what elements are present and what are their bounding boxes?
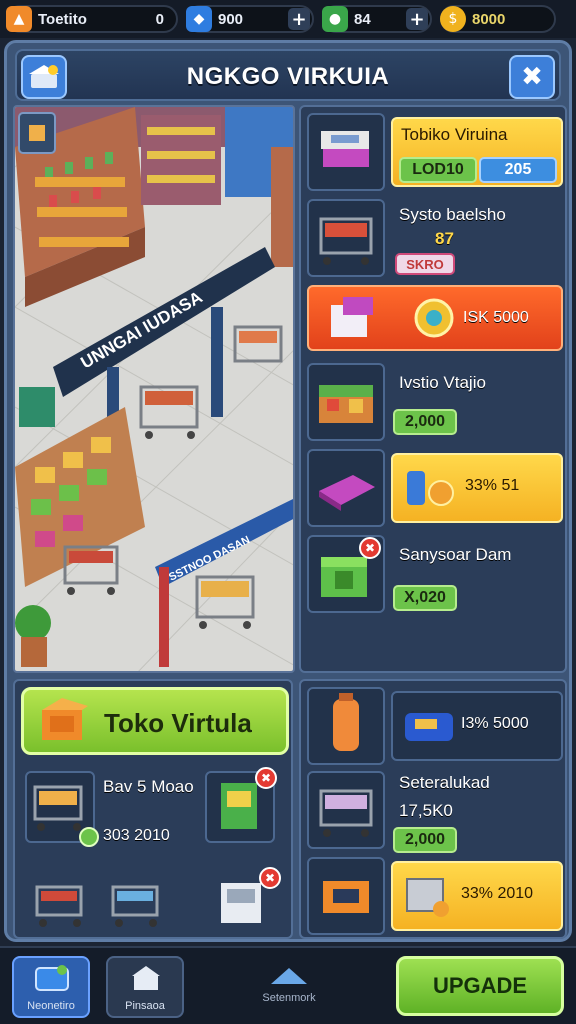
item-card: 33% 51 <box>391 453 563 523</box>
item-name: Seteralukad <box>399 773 490 792</box>
nav-label: Neonetiro <box>27 1000 75 1012</box>
coins-resource[interactable]: $ 8000 <box>440 5 556 33</box>
item-price: 33% 2010 <box>461 885 534 902</box>
coin-icon: $ <box>440 6 466 32</box>
item-price: 2,000 <box>393 827 457 853</box>
item-slot <box>307 687 385 765</box>
remove-icon[interactable]: ✖ <box>255 767 277 789</box>
item-price: X,020 <box>393 585 457 611</box>
item-price: 2,000 <box>393 409 457 435</box>
item-slot <box>307 113 385 191</box>
box-icon <box>331 297 373 337</box>
store-button[interactable]: Toko Virtula <box>21 687 289 755</box>
chat-icon <box>35 965 69 991</box>
check-icon <box>79 827 99 847</box>
item-price: ISK 5000 <box>463 309 529 326</box>
item-slot <box>307 771 385 849</box>
package-icon <box>319 475 375 511</box>
upgrade-button[interactable]: UPGADE <box>396 956 564 1016</box>
bottom-nav: Neonetiro Pinsaoa Setenmork UPGADE <box>0 946 576 1024</box>
item-list: Tobiko Viruina LOD10 205 Systo baelsho 8… <box>299 105 567 673</box>
nav-neonetiro[interactable]: Neonetiro <box>12 956 90 1018</box>
coin-icon <box>414 298 454 338</box>
energy-icon: ● <box>322 6 348 32</box>
crate-icon <box>42 698 88 740</box>
resource-bar: ▲ Toetito 0 ◆ 900 + ● 84 + $ 8000 <box>0 0 576 38</box>
cart-icon <box>319 789 373 837</box>
list-item[interactable]: Ivstio Vtajio 2,000 <box>307 363 563 443</box>
add-gems-button[interactable]: + <box>288 8 310 30</box>
cart-icon[interactable] <box>107 879 167 929</box>
gem-icon: ◆ <box>186 6 212 32</box>
nav-pinsaoa[interactable]: Pinsaoa <box>106 956 184 1018</box>
cart-icon[interactable] <box>31 879 91 929</box>
energy-resource[interactable]: ● 84 + <box>322 5 432 33</box>
store-panel: Toko Virtula Bav 5 Moao 303 2010 ✖ ✖ <box>13 679 293 939</box>
list-item[interactable]: Tobiko Viruina LOD10 205 <box>307 113 563 193</box>
nav-label: Pinsaoa <box>125 1000 165 1012</box>
item-price: LOD10 <box>399 157 477 183</box>
crate-icon <box>323 881 369 913</box>
item-name: Systo baelsho <box>399 205 506 224</box>
bottle-icon <box>407 471 454 506</box>
remove-icon[interactable]: ✖ <box>359 537 381 559</box>
close-icon[interactable]: ✖ <box>509 55 555 99</box>
item-secondary: 205 <box>479 157 557 183</box>
item-card: ISK 5000 <box>307 285 563 351</box>
coins-value: 8000 <box>472 10 506 28</box>
item-value: 87 <box>435 229 454 248</box>
store-scene: UNNGAI IUDASA SSTNOO DASAN <box>13 105 295 673</box>
item-value: 17,5K0 <box>399 801 453 820</box>
nav-setenmork[interactable]: Setenmork <box>244 962 334 1014</box>
item-price: SKRO <box>395 253 455 275</box>
shop-window: NGKGO VIRKUIA ✖ UNNGAI IUDASA SSTNOO DAS… <box>4 40 572 942</box>
nav-label: Setenmork <box>262 992 316 1004</box>
item-name: Bav 5 Moao <box>103 777 194 796</box>
player-resource[interactable]: ▲ Toetito 0 <box>6 5 178 33</box>
shop-header: NGKGO VIRKUIA ✖ <box>15 49 561 101</box>
add-energy-button[interactable]: + <box>406 8 428 30</box>
battery-icon <box>333 693 359 751</box>
player-value: 0 <box>155 10 164 28</box>
item-price: 33% 51 <box>465 477 520 494</box>
item-slot <box>307 363 385 441</box>
remove-icon[interactable]: ✖ <box>259 867 281 889</box>
item-card: I3% 5000 <box>391 691 563 761</box>
shop-title: NGKGO VIRKUIA <box>186 63 390 90</box>
list-item[interactable]: 33% 51 <box>307 449 563 529</box>
list-item[interactable]: 33% 2010 <box>307 857 563 937</box>
upgrade-panel: I3% 5000 Seteralukad 17,5K0 2,000 33% 20… <box>299 679 567 939</box>
profile-icon: ▲ <box>6 6 32 32</box>
item-slot <box>307 199 385 277</box>
item-card: Tobiko Viruina LOD10 205 <box>391 117 563 187</box>
crate-icon <box>319 385 373 423</box>
list-item[interactable]: Systo baelsho 87 SKRO <box>307 199 563 279</box>
list-item[interactable]: ISK 5000 <box>307 285 563 357</box>
gems-resource[interactable]: ◆ 900 + <box>186 5 314 33</box>
list-item[interactable]: ✖ Sanysoar Dam X,020 <box>307 535 563 615</box>
item-card: 33% 2010 <box>391 861 563 931</box>
store-button-label: Toko Virtula <box>104 708 252 738</box>
player-name: Toetito <box>38 10 87 28</box>
item-name: Tobiko Viruina <box>401 125 508 144</box>
gems-value: 900 <box>218 10 244 28</box>
item-name: Sanysoar Dam <box>399 545 512 564</box>
item-price: 303 2010 <box>103 827 170 844</box>
item-name: Ivstio Vtajio <box>399 373 486 392</box>
cart-icon <box>319 217 373 265</box>
arrow-up-icon <box>271 968 307 984</box>
energy-value: 84 <box>354 10 371 28</box>
list-item[interactable]: I3% 5000 <box>307 687 563 767</box>
list-item[interactable]: Seteralukad 17,5K0 2,000 <box>307 771 563 853</box>
item-slot <box>307 449 385 527</box>
shop-icon <box>132 966 160 990</box>
box-stack-icon <box>321 131 369 167</box>
item-slot <box>307 857 385 935</box>
item-price: I3% 5000 <box>461 715 529 732</box>
machine-icon <box>405 713 453 741</box>
vent-icon <box>406 878 449 917</box>
